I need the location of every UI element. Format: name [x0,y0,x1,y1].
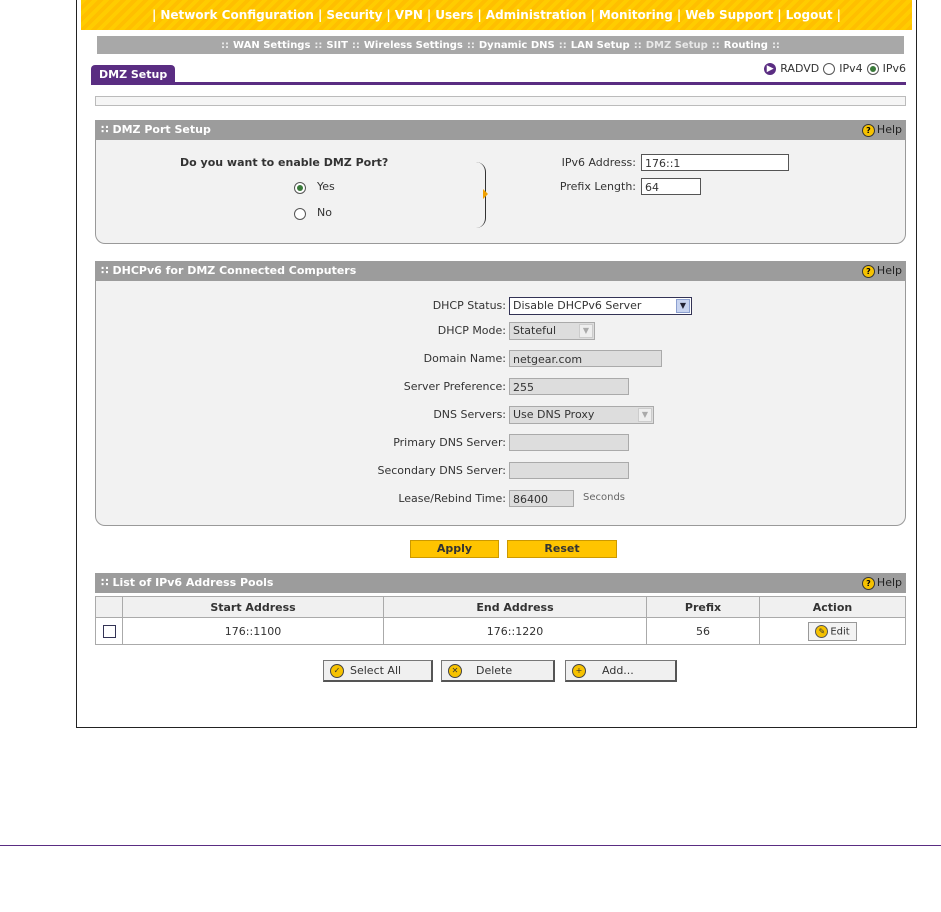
nav-vpn[interactable]: VPN [395,8,423,22]
section-title: DHCPv6 for DMZ Connected Computers [112,264,357,277]
chevron-down-icon: ▼ [638,408,652,422]
help-link[interactable]: ? Help [861,261,902,281]
primary-dns-input[interactable] [509,434,629,451]
dmz-yes-label: Yes [317,180,335,193]
enable-dmz-question: Do you want to enable DMZ Port? [180,156,389,169]
nav-logout[interactable]: Logout [786,8,833,22]
add-button[interactable]: + Add... [565,660,677,682]
dhcp-status-select[interactable]: Disable DHCPv6 Server ▼ [509,297,692,315]
prefix-cell: 56 [646,617,760,645]
end-address-cell: 176::1220 [383,617,647,645]
help-link[interactable]: ? Help [861,120,902,140]
ipv6-radio[interactable] [866,62,879,75]
lease-time-input[interactable]: 86400 [509,490,574,507]
apply-button[interactable]: Apply [410,540,499,558]
delete-icon: ✕ [448,664,462,678]
dmz-port-panel: Do you want to enable DMZ Port? Yes No I… [95,140,906,244]
subnav-dmz-setup[interactable]: DMZ Setup [646,40,708,51]
dmz-no-radio[interactable] [294,208,306,220]
dmz-port-setup-header: ∷ DMZ Port Setup ? Help [95,120,906,140]
nav-monitoring[interactable]: Monitoring [599,8,673,22]
table-row: 176::1100 176::1220 56 ✎ Edit [95,617,906,645]
message-bar [95,96,906,106]
col-action: Action [759,596,906,618]
delete-button[interactable]: ✕ Delete [441,660,555,682]
nav-users[interactable]: Users [435,8,473,22]
prefix-length-input[interactable]: 64 [641,178,701,195]
sub-nav: :: WAN Settings :: SIIT :: Wireless Sett… [97,36,904,54]
ipv4-label: IPv4 [839,62,863,75]
check-icon: ✓ [330,664,344,678]
start-address-cell: 176::1100 [122,617,384,645]
dhcp-mode-select[interactable]: Stateful ▼ [509,322,595,340]
ipv6-label: IPv6 [882,62,906,75]
dhcpv6-panel: DHCP Status: Disable DHCPv6 Server ▼ DHCP… [95,281,906,526]
dhcp-mode-label: DHCP Mode: [437,324,506,337]
row-checkbox[interactable] [102,624,116,638]
section-title: List of IPv6 Address Pools [112,576,274,589]
edit-icon: ✎ [815,624,829,638]
primary-dns-label: Primary DNS Server: [393,436,506,449]
subnav-routing[interactable]: Routing [724,40,768,51]
arrow-right-icon: ▶ [764,62,777,75]
section-title: DMZ Port Setup [112,123,211,136]
dns-servers-label: DNS Servers: [433,408,506,421]
select-all-button[interactable]: ✓ Select All [323,660,433,682]
plus-icon: + [572,664,586,678]
ipv6-pools-table: Start Address End Address Prefix Action … [95,596,906,645]
domain-name-label: Domain Name: [423,352,506,365]
subnav-dynamic-dns[interactable]: Dynamic DNS [479,40,555,51]
help-link[interactable]: ? Help [861,573,902,593]
dmz-yes-radio[interactable] [294,182,306,194]
col-start-address: Start Address [122,596,384,618]
radvd-link[interactable]: RADVD [780,62,819,75]
bracket-arrow-icon [483,189,488,199]
router-admin-frame: | Network Configuration | Security | VPN… [76,0,917,728]
nav-security[interactable]: Security [326,8,382,22]
help-icon: ? [861,576,875,590]
reset-button[interactable]: Reset [507,540,617,558]
tab-dmz-setup[interactable]: DMZ Setup [91,65,176,85]
server-preference-input[interactable]: 255 [509,378,629,395]
subnav-wan-settings[interactable]: WAN Settings [233,40,310,51]
nav-administration[interactable]: Administration [486,8,587,22]
nav-network-configuration[interactable]: Network Configuration [160,8,314,22]
subnav-wireless-settings[interactable]: Wireless Settings [364,40,463,51]
prefix-length-label: Prefix Length: [559,180,636,193]
secondary-dns-input[interactable] [509,462,629,479]
ipv6-pools-header: ∷ List of IPv6 Address Pools ? Help [95,573,906,593]
ipv6-address-label: IPv6 Address: [561,156,636,169]
dmz-no-label: No [317,206,332,219]
secondary-dns-label: Secondary DNS Server: [377,464,506,477]
lease-time-label: Lease/Rebind Time: [398,492,506,505]
domain-name-input[interactable]: netgear.com [509,350,662,367]
top-nav: | Network Configuration | Security | VPN… [81,0,912,30]
col-end-address: End Address [383,596,647,618]
chevron-down-icon: ▼ [579,324,593,338]
col-prefix: Prefix [646,596,760,618]
lease-time-unit: Seconds [583,492,626,503]
help-icon: ? [861,123,875,137]
edit-button[interactable]: ✎ Edit [808,621,857,641]
server-preference-label: Server Preference: [403,380,506,393]
tab-bar: DMZ Setup ▶ RADVD IPv4 IPv6 [91,60,906,85]
subnav-siit[interactable]: SIIT [326,40,347,51]
table-header-row: Start Address End Address Prefix Action [95,596,906,618]
dns-servers-select[interactable]: Use DNS Proxy ▼ [509,406,654,424]
chevron-down-icon: ▼ [676,299,690,313]
ipv6-address-input[interactable]: 176::1 [641,154,789,171]
ip-view-switch: ▶ RADVD IPv4 IPv6 [764,62,906,75]
subnav-lan-setup[interactable]: LAN Setup [571,40,630,51]
dhcp-status-label: DHCP Status: [432,299,506,312]
dhcpv6-header: ∷ DHCPv6 for DMZ Connected Computers ? He… [95,261,906,281]
ipv4-radio[interactable] [823,62,836,75]
help-icon: ? [861,264,875,278]
nav-web-support[interactable]: Web Support [685,8,773,22]
page-divider [0,845,941,846]
